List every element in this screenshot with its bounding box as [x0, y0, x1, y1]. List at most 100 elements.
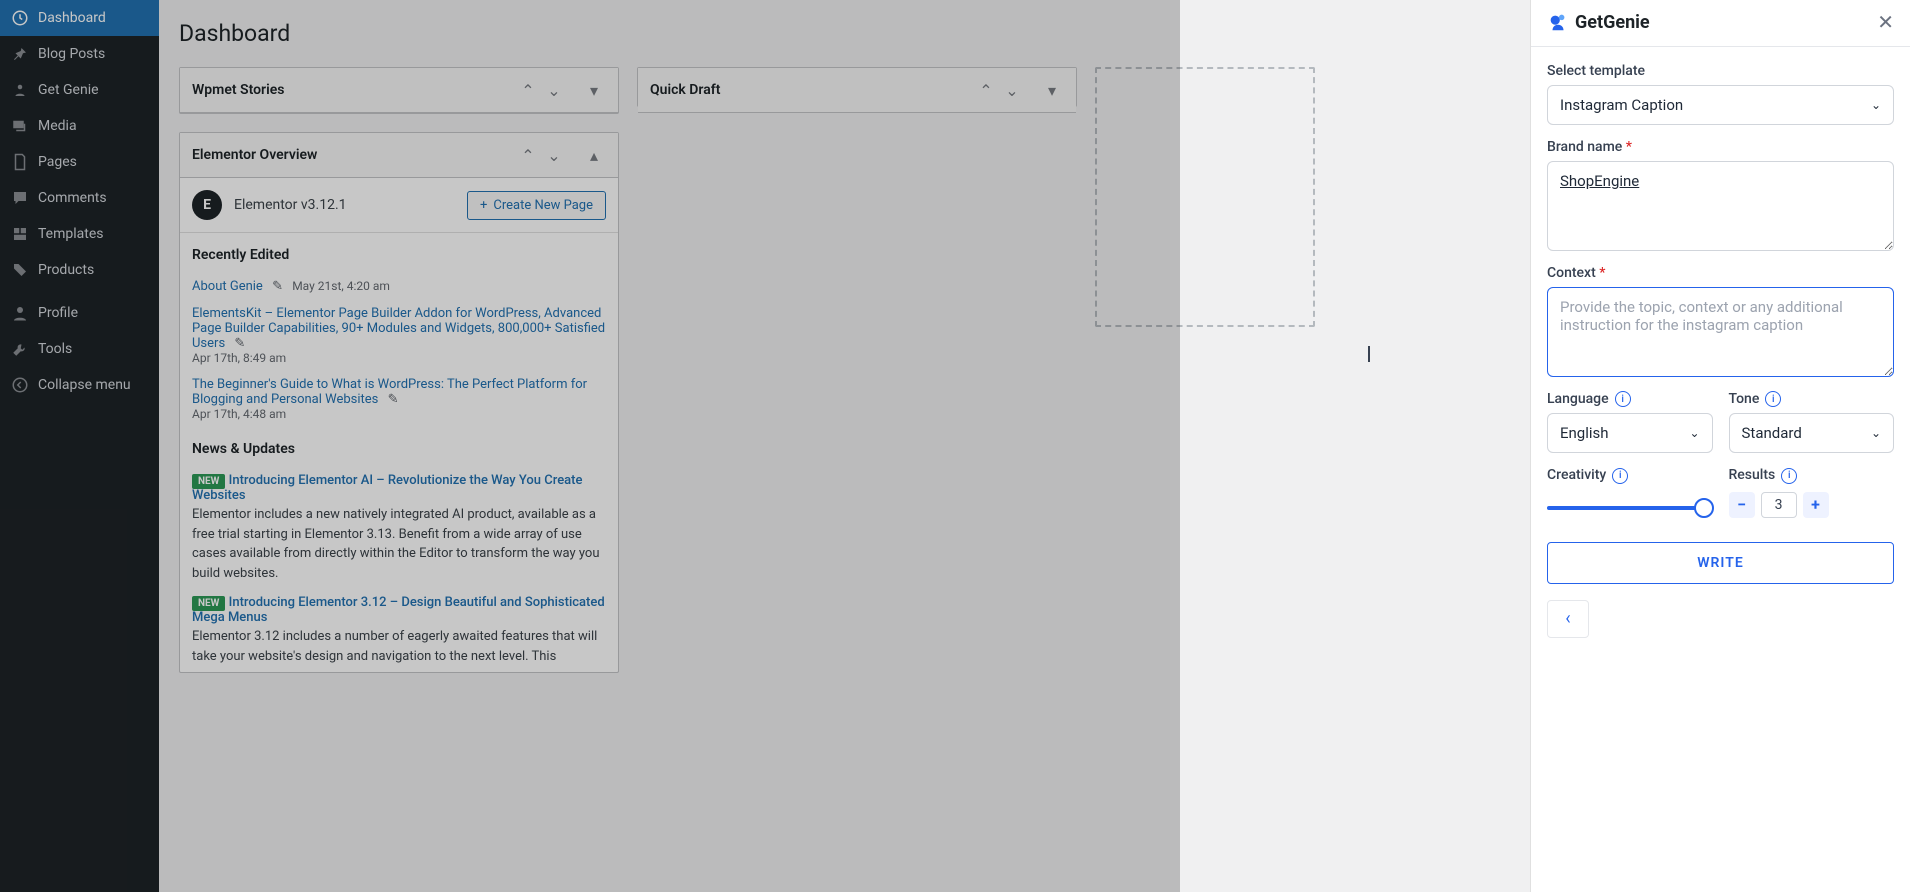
getgenie-panel: GetGenie ✕ Select template Instagram Cap… [1530, 0, 1910, 892]
brand-name-label: Brand name * [1547, 139, 1894, 155]
sidebar-item-label: Pages [38, 154, 77, 170]
sidebar-item-label: Collapse menu [38, 377, 131, 393]
sidebar-item-label: Products [38, 262, 94, 278]
info-icon[interactable]: i [1765, 391, 1781, 407]
recent-item: The Beginner's Guide to What is WordPres… [180, 371, 618, 427]
info-icon[interactable]: i [1615, 391, 1631, 407]
context-input[interactable] [1547, 287, 1894, 377]
results-decrement-button[interactable]: − [1729, 492, 1755, 518]
sidebar-item-label: Comments [38, 190, 107, 206]
getgenie-logo: GetGenie [1547, 11, 1650, 33]
panel-down-icon[interactable]: ⌄ [542, 78, 566, 102]
panel-up-icon[interactable]: ⌃ [516, 143, 540, 167]
sidebar-item-tools[interactable]: Tools [0, 331, 159, 367]
elementor-version: Elementor v3.12.1 [234, 197, 347, 213]
sidebar-item-profile[interactable]: Profile [0, 295, 159, 331]
genie-icon [10, 80, 30, 100]
back-button[interactable]: ‹ [1547, 600, 1589, 638]
new-badge: NEW [192, 596, 225, 611]
template-select[interactable]: Instagram Caption ⌄ [1547, 85, 1894, 125]
edit-icon[interactable]: ✎ [266, 279, 289, 294]
tools-icon [10, 339, 30, 359]
panel-quickdraft: Quick Draft ⌃ ⌄ ▾ [637, 67, 1077, 107]
text-cursor [1368, 346, 1370, 362]
sidebar-item-label: Templates [38, 226, 104, 242]
media-icon [10, 116, 30, 136]
panel-up-icon[interactable]: ⌃ [516, 78, 540, 102]
panel-wpmet: Wpmet Stories ⌃ ⌄ ▾ [179, 67, 619, 114]
sidebar-item-collapse[interactable]: Collapse menu [0, 367, 159, 403]
select-template-label: Select template [1547, 63, 1894, 79]
news-link[interactable]: Introducing Elementor AI – Revolutionize… [192, 473, 582, 503]
products-icon [10, 260, 30, 280]
news-updates-title: News & Updates [192, 441, 606, 457]
language-select[interactable]: English⌄ [1547, 413, 1713, 453]
panel-toggle-icon[interactable]: ▾ [1040, 78, 1064, 102]
new-badge: NEW [192, 474, 225, 489]
edit-icon[interactable]: ✎ [382, 392, 405, 407]
collapse-icon [10, 375, 30, 395]
panel-up-icon[interactable]: ⌃ [974, 78, 998, 102]
recent-link[interactable]: ElementsKit – Elementor Page Builder Add… [192, 306, 605, 351]
news-link[interactable]: Introducing Elementor 3.12 – Design Beau… [192, 595, 605, 625]
tone-label: Tonei [1729, 391, 1895, 407]
info-icon[interactable]: i [1781, 468, 1797, 484]
panel-placeholder [1095, 67, 1315, 327]
tone-select[interactable]: Standard⌄ [1729, 413, 1895, 453]
sidebar-item-label: Dashboard [38, 10, 106, 26]
sidebar-item-pages[interactable]: Pages [0, 144, 159, 180]
pin-icon [10, 44, 30, 64]
edit-icon[interactable]: ✎ [228, 336, 251, 351]
write-button[interactable]: WRITE [1547, 542, 1894, 584]
results-value[interactable]: 3 [1761, 492, 1797, 518]
panel-title: Wpmet Stories [192, 82, 284, 98]
sidebar-item-products[interactable]: Products [0, 252, 159, 288]
panel-elementor: Elementor Overview ⌃ ⌄ ▴ E Elementor v3.… [179, 132, 619, 673]
recent-item: ElementsKit – Elementor Page Builder Add… [180, 300, 618, 371]
news-item: NEW Introducing Elementor AI – Revolutio… [180, 467, 618, 589]
comments-icon [10, 188, 30, 208]
language-label: Languagei [1547, 391, 1713, 407]
profile-icon [10, 303, 30, 323]
chevron-down-icon: ⌄ [1689, 426, 1699, 440]
slider-thumb[interactable] [1694, 498, 1714, 518]
plus-icon: + [480, 198, 487, 213]
close-icon[interactable]: ✕ [1877, 10, 1894, 34]
sidebar-item-dashboard[interactable]: Dashboard [0, 0, 159, 36]
info-icon[interactable]: i [1612, 468, 1628, 484]
recently-edited-title: Recently Edited [192, 247, 606, 263]
news-desc: Elementor includes a new natively integr… [192, 505, 606, 583]
brand-name-input[interactable] [1547, 161, 1894, 251]
context-label: Context * [1547, 265, 1894, 281]
panel-collapse-icon[interactable]: ▴ [582, 143, 606, 167]
sidebar-item-blogposts[interactable]: Blog Posts [0, 36, 159, 72]
sidebar-item-getgenie[interactable]: Get Genie [0, 72, 159, 108]
chevron-left-icon: ‹ [1565, 608, 1570, 629]
sidebar-item-label: Blog Posts [38, 46, 105, 62]
genie-logo-icon [1547, 11, 1569, 33]
news-desc: Elementor 3.12 includes a number of eage… [192, 627, 606, 666]
panel-title: Quick Draft [650, 82, 720, 98]
templates-icon [10, 224, 30, 244]
sidebar-item-label: Profile [38, 305, 78, 321]
sidebar-item-media[interactable]: Media [0, 108, 159, 144]
chevron-down-icon: ⌄ [1871, 426, 1881, 440]
create-new-page-button[interactable]: + Create New Page [467, 191, 606, 220]
recent-link[interactable]: About Genie [192, 279, 263, 294]
panel-down-icon[interactable]: ⌄ [542, 143, 566, 167]
panel-down-icon[interactable]: ⌄ [1000, 78, 1024, 102]
creativity-label: Creativityi [1547, 467, 1713, 483]
panel-toggle-icon[interactable]: ▾ [582, 78, 606, 102]
results-increment-button[interactable]: + [1803, 492, 1829, 518]
news-item: NEW Introducing Elementor 3.12 – Design … [180, 589, 618, 672]
sidebar-item-comments[interactable]: Comments [0, 180, 159, 216]
recent-item: About Genie ✎ May 21st, 4:20 am [180, 273, 618, 300]
sidebar-item-label: Get Genie [38, 82, 99, 98]
creativity-slider[interactable] [1547, 498, 1713, 518]
pages-icon [10, 152, 30, 172]
sidebar-item-label: Media [38, 118, 77, 134]
results-label: Resultsi [1729, 467, 1895, 483]
sidebar-item-label: Tools [38, 341, 72, 357]
sidebar-item-templates[interactable]: Templates [0, 216, 159, 252]
elementor-logo-icon: E [192, 190, 222, 220]
